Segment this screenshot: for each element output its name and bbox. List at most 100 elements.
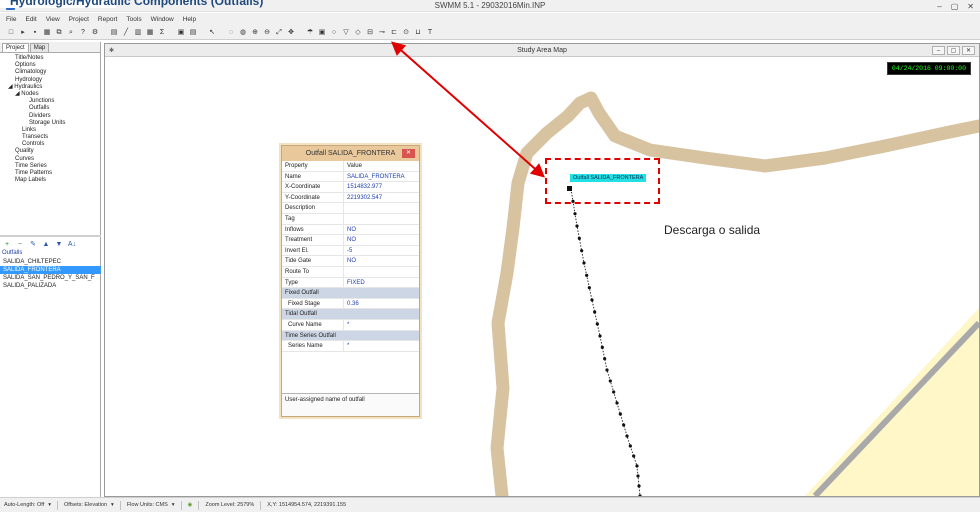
tree-item[interactable]: Time Patterns (0, 170, 100, 177)
run-icon[interactable]: ⚙ (90, 27, 100, 37)
junction-node[interactable] (575, 224, 579, 228)
graph-icon[interactable]: ▥ (133, 27, 143, 37)
pan-icon[interactable]: ✥ (286, 27, 296, 37)
property-value[interactable]: 1514832.977 (344, 182, 419, 192)
list-item[interactable]: SALIDA_CHILTEPEC (0, 258, 101, 266)
edit-object-button[interactable]: ✎ (28, 240, 38, 248)
junction-node[interactable] (600, 345, 604, 349)
pump-icon[interactable]: ⊏ (389, 27, 399, 37)
property-value[interactable]: * (344, 320, 419, 330)
tree-item[interactable]: Options (0, 62, 100, 69)
junction-node[interactable] (580, 249, 584, 253)
offsets-status[interactable]: Offsets: Elevation (64, 502, 107, 508)
vertex-icon[interactable]: ◌ (226, 27, 236, 37)
junction-node[interactable] (618, 412, 622, 416)
select-icon[interactable]: ↖ (207, 27, 217, 37)
junction-node[interactable] (605, 368, 609, 372)
property-value[interactable] (344, 203, 419, 213)
property-value[interactable]: NO (344, 225, 419, 235)
junction-node[interactable] (632, 454, 636, 458)
junction-node[interactable] (635, 464, 639, 468)
junction-node[interactable] (573, 212, 577, 216)
property-row[interactable]: Fixed Stage 0.36 (282, 298, 419, 310)
add-object-button[interactable]: + (2, 241, 12, 248)
statistics-icon[interactable]: Σ (157, 27, 167, 37)
zoom-in-icon[interactable]: ⊕ (250, 27, 260, 37)
chevron-down-icon[interactable]: ▾ (111, 502, 114, 508)
menu-view[interactable]: View (46, 16, 60, 23)
storage-icon[interactable]: ⊟ (365, 27, 375, 37)
dialog-close-button[interactable]: ✕ (402, 149, 415, 158)
property-value[interactable]: NO (344, 235, 419, 245)
junction-node[interactable] (590, 298, 594, 302)
tree-item[interactable]: Climatology (0, 69, 100, 76)
print-icon[interactable]: ▦ (42, 27, 52, 37)
junction-node[interactable] (612, 390, 616, 394)
tree-item[interactable]: Storage Units (0, 120, 100, 127)
flow-units-status[interactable]: Flow Units: CMS (127, 502, 168, 508)
map-maximize-button[interactable]: ▢ (947, 46, 960, 55)
sort-button[interactable]: A↓ (67, 241, 77, 248)
report-icon[interactable]: ▤ (109, 27, 119, 37)
property-value[interactable] (344, 267, 419, 277)
tree-item[interactable]: ◢ Hydraulics (0, 84, 100, 91)
junction-node[interactable] (603, 357, 607, 361)
save-icon[interactable]: ▪ (30, 27, 40, 37)
menu-help[interactable]: Help (183, 16, 196, 23)
dialog-title-bar[interactable]: Outfall SALIDA_FRONTERA ✕ (282, 146, 419, 161)
property-value[interactable]: * (344, 341, 419, 351)
property-row[interactable]: Type FIXED (282, 277, 419, 289)
property-row[interactable]: Treatment NO (282, 235, 419, 246)
move-down-button[interactable]: ▼ (54, 241, 64, 248)
menu-file[interactable]: File (6, 16, 16, 23)
tree-item[interactable]: Curves (0, 156, 100, 163)
junction-node[interactable] (638, 494, 642, 496)
menu-window[interactable]: Window (151, 16, 174, 23)
property-row[interactable]: Fixed Outfall (282, 288, 419, 299)
property-row[interactable]: Tide Gate NO (282, 256, 419, 267)
junction-node[interactable] (577, 236, 581, 240)
property-value[interactable]: Value (344, 161, 419, 171)
property-value[interactable]: 0.36 (344, 299, 419, 309)
region-icon[interactable]: ◍ (238, 27, 248, 37)
junction-node[interactable] (587, 286, 591, 290)
orifice-icon[interactable]: ⊙ (401, 27, 411, 37)
junction-node[interactable] (615, 401, 619, 405)
map-close-button[interactable]: ✕ (962, 46, 975, 55)
property-row[interactable]: Tag (282, 213, 419, 225)
junction-node[interactable] (622, 423, 626, 427)
menu-report[interactable]: Report (98, 16, 118, 23)
find-icon[interactable]: ⌕ (66, 27, 76, 37)
junction-node[interactable] (585, 273, 589, 277)
junction-node[interactable] (628, 444, 632, 448)
query-icon[interactable]: ? (78, 27, 88, 37)
property-row[interactable]: Tidal Outfall (282, 309, 419, 320)
label-icon[interactable]: T (425, 27, 435, 37)
chevron-down-icon[interactable]: ▾ (48, 502, 51, 508)
property-value[interactable]: 2219302.547 (344, 193, 419, 203)
tree-item[interactable]: Junctions (0, 98, 100, 105)
junction-node[interactable] (625, 434, 629, 438)
menu-tools[interactable]: Tools (126, 16, 141, 23)
property-row[interactable]: Time Series Outfall (282, 330, 419, 342)
property-row[interactable]: Series Name * (282, 341, 419, 352)
tree-item[interactable]: Dividers (0, 113, 100, 120)
junction-node[interactable] (598, 334, 602, 338)
property-row[interactable]: Description (282, 203, 419, 214)
junction-node[interactable] (608, 379, 612, 383)
junction-node[interactable] (637, 484, 641, 488)
map-minimize-button[interactable]: – (932, 46, 945, 55)
raingage-icon[interactable]: ☂ (305, 27, 315, 37)
property-value[interactable]: -5 (344, 246, 419, 256)
property-value[interactable]: FIXED (344, 278, 419, 288)
property-row[interactable]: Property Value (282, 161, 419, 172)
move-up-button[interactable]: ▲ (41, 241, 51, 248)
junction-node[interactable] (636, 474, 640, 478)
open-file-icon[interactable]: ▸ (18, 27, 28, 37)
tree-item[interactable]: Controls (0, 141, 100, 148)
tab-project[interactable]: Project (2, 43, 29, 52)
property-value[interactable]: NO (344, 256, 419, 266)
zoom-out-icon[interactable]: ⊖ (262, 27, 272, 37)
property-value[interactable]: SALIDA_FRONTERA (344, 172, 419, 182)
tree-item[interactable]: Hydrology (0, 77, 100, 84)
